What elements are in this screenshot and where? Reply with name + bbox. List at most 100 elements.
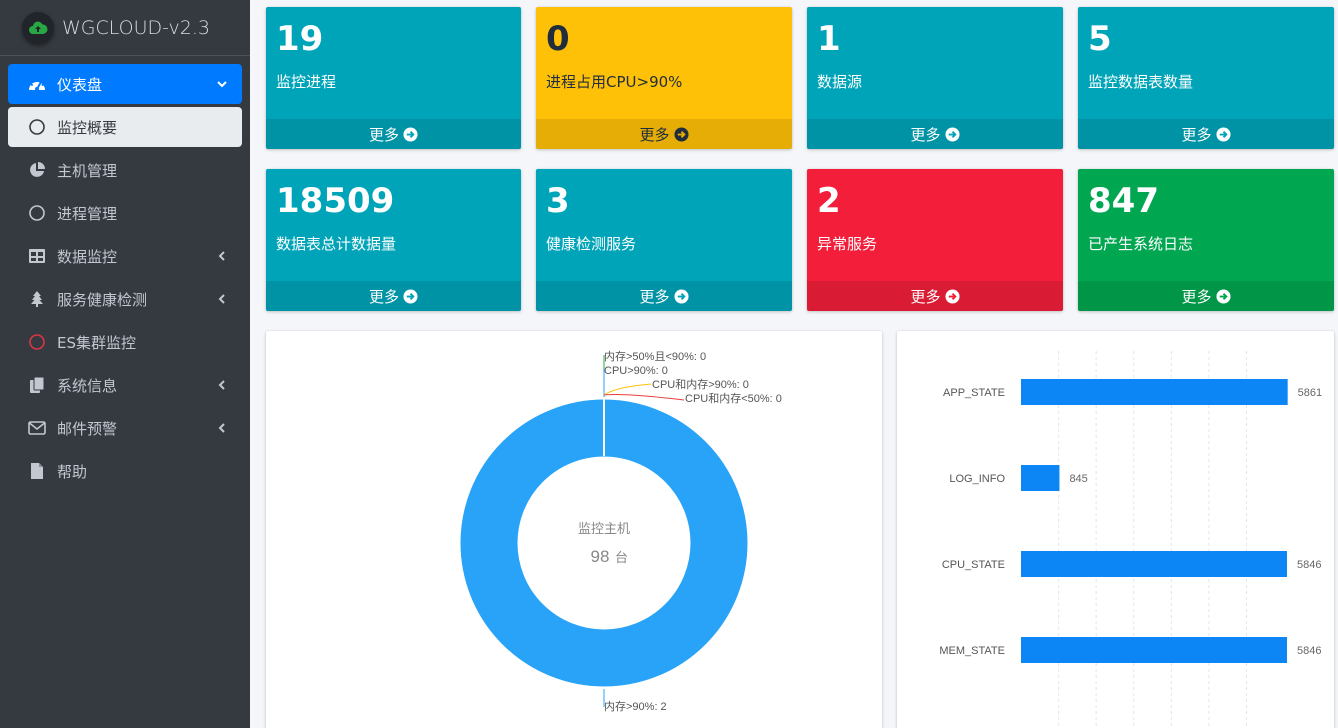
brand[interactable]: WGCLOUD-v2.3 [0,0,250,56]
card-label: 数据源 [817,73,863,91]
card-value: 1 [817,19,841,59]
table-bar-panel: APP_STATE 5861 LOG_INFO 845 CPU_STATE 5846 MEM… [897,331,1334,728]
sidebar-item-label: ES集群监控 [57,333,136,352]
label-mem-50-90: 内存>50%且<90%: 0 [604,349,706,363]
circle-icon-red [26,331,48,353]
brand-title: WGCLOUD-v2.3 [62,16,210,39]
sidebar-item-mail-alert[interactable]: 邮件预警 [8,408,242,448]
arrow-circle-right-icon [1215,288,1231,304]
more-label: 更多 [910,125,941,144]
chevron-left-icon [216,420,228,438]
card-abnormal-services: 2 异常服务 更多 [807,169,1063,311]
sidebar-item-health-check[interactable]: 服务健康检测 [8,279,242,319]
table-icon [26,245,48,267]
bar-cpu-state[interactable] [1021,551,1287,577]
file-icon [26,460,48,482]
leader-line-red [603,394,685,401]
card-label: 进程占用CPU>90% [546,73,683,91]
arrow-circle-right-icon [944,126,960,142]
more-label: 更多 [1181,287,1212,306]
cloud-upload-icon [22,11,54,44]
card-monitored-processes: 19 监控进程 更多 [266,7,521,149]
more-label: 更多 [1181,125,1212,144]
sidebar-item-dashboard[interactable]: 仪表盘 [8,64,242,104]
value-label: 5861 [1298,387,1322,399]
card-health-services: 3 健康检测服务 更多 [536,169,792,311]
arrow-circle-right-icon [403,126,418,142]
card-value: 5 [1088,19,1112,59]
chevron-left-icon [216,377,228,395]
tree-icon [26,288,48,310]
more-label: 更多 [910,287,941,306]
circle-icon [26,116,48,138]
card-process-cpu: 0 进程占用CPU>90% 更多 [536,7,792,149]
sidebar-item-label: 帮助 [57,462,88,481]
donut-ring[interactable] [460,399,748,687]
card-label: 已产生系统日志 [1088,235,1194,253]
donut-center-title: 监控主机 [578,521,630,536]
envelope-icon [26,417,48,439]
sidebar-item-label: 数据监控 [57,247,118,266]
more-link[interactable]: 更多 [266,119,521,149]
donut-center-unit: 台 [615,550,628,565]
donut-center-value: 98 [591,547,610,566]
card-datasources: 1 数据源 更多 [807,7,1063,149]
arrow-circle-right-icon [403,288,418,304]
card-label: 数据表总计数据量 [276,235,397,253]
sidebar-item-hosts[interactable]: 主机管理 [8,150,242,190]
pie-chart-icon [26,159,48,181]
arrow-circle-right-icon [673,288,689,304]
sidebar-item-label: 监控概要 [57,118,118,137]
sidebar-item-overview[interactable]: 监控概要 [8,107,242,147]
arrow-circle-right-icon [944,288,960,304]
chevron-down-icon [216,76,228,94]
more-link[interactable]: 更多 [266,281,521,311]
bar-log-info[interactable] [1021,465,1060,491]
card-label: 监控数据表数量 [1088,73,1194,91]
leader-line-yellow [603,383,652,396]
sidebar-item-label: 服务健康检测 [57,290,148,309]
card-value: 2 [817,181,841,221]
label-cpu-90: CPU>90%: 0 [604,365,668,377]
sidebar-item-es-cluster[interactable]: ES集群监控 [8,322,242,362]
more-link[interactable]: 更多 [536,119,792,149]
sidebar-item-data-monitor[interactable]: 数据监控 [8,236,242,276]
label-cpu-mem-90: CPU和内存>90%: 0 [652,377,749,391]
arrow-circle-right-icon [1215,126,1231,142]
more-link[interactable]: 更多 [1078,119,1334,149]
sidebar-item-help[interactable]: 帮助 [8,451,242,491]
card-value: 0 [546,19,570,59]
host-donut-panel: 内存>50%且<90%: 0 CPU>90%: 0 CPU和内存>90%: 0 … [266,331,882,728]
sidebar-item-label: 进程管理 [57,204,118,223]
card-value: 19 [276,19,324,59]
copy-icon [26,374,48,396]
host-donut-chart: 内存>50%且<90%: 0 CPU>90%: 0 CPU和内存>90%: 0 … [460,349,782,713]
card-label: 监控进程 [276,73,337,91]
bar-app-state[interactable] [1021,379,1288,405]
label-cpu-mem-50: CPU和内存<50%: 0 [685,391,782,405]
sidebar-item-label: 仪表盘 [57,75,103,94]
more-link[interactable]: 更多 [807,119,1063,149]
card-label: 健康检测服务 [546,235,637,253]
dashboard-icon [26,73,48,95]
card-monitored-tables: 5 监控数据表数量 更多 [1078,7,1334,149]
category-label: LOG_INFO [949,473,1005,485]
more-link[interactable]: 更多 [807,281,1063,311]
sidebar-item-system-info[interactable]: 系统信息 [8,365,242,405]
card-value: 3 [546,181,570,221]
more-link[interactable]: 更多 [1078,281,1334,311]
value-label: 845 [1069,473,1087,485]
chevron-left-icon [216,248,228,266]
more-label: 更多 [368,125,399,144]
card-value: 18509 [276,181,395,221]
circle-icon [26,202,48,224]
category-label: MEM_STATE [939,645,1005,657]
bar-mem-state[interactable] [1021,637,1287,663]
card-label: 异常服务 [817,235,878,253]
more-label: 更多 [368,287,399,306]
sidebar-item-processes[interactable]: 进程管理 [8,193,242,233]
more-label: 更多 [639,287,670,306]
more-link[interactable]: 更多 [536,281,792,311]
sidebar-item-label: 邮件预警 [57,419,118,438]
card-system-logs: 847 已产生系统日志 更多 [1078,169,1334,311]
